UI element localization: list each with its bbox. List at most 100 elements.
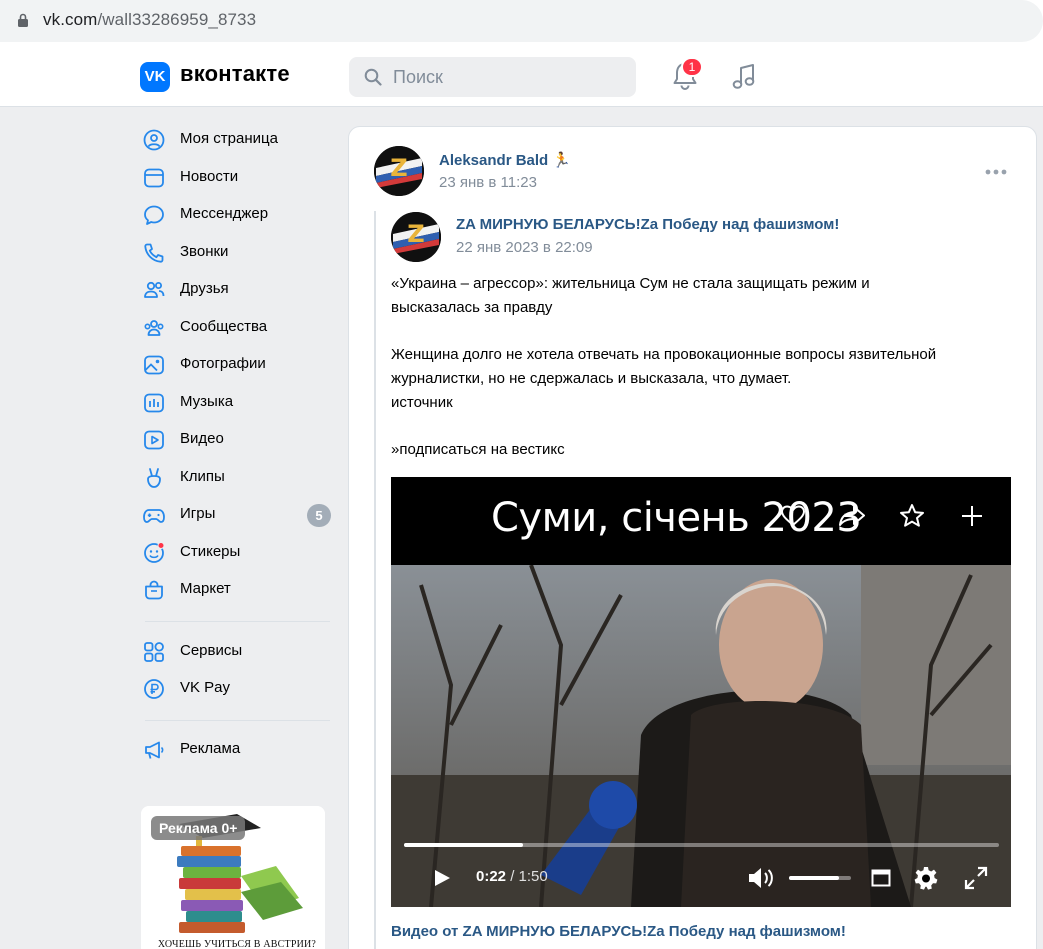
volume-slider[interactable] [789, 876, 851, 880]
more-options-icon[interactable] [985, 168, 1007, 176]
sidebar-item-label: Видео [180, 430, 224, 447]
sidebar-item-label: Стикеры [180, 543, 241, 560]
sidebar-item-label: Звонки [180, 243, 229, 260]
sidebar-divider [145, 720, 330, 721]
user-circle-icon [143, 129, 165, 151]
sidebar-item-label: Музыка [180, 393, 234, 410]
post-date[interactable]: 23 янв в 11:23 [439, 174, 537, 191]
sidebar-item-vkpay[interactable]: VK Pay [138, 670, 338, 707]
star-bookmark-icon[interactable] [899, 503, 925, 529]
sidebar-item-label: Моя страница [180, 130, 278, 147]
subscribe-link[interactable]: »подписаться на вестикс [391, 438, 565, 462]
music-icon[interactable] [730, 62, 758, 92]
search-icon [364, 68, 382, 86]
sidebar-item-games[interactable]: Игры 5 [138, 496, 338, 533]
sidebar-item-friends[interactable]: Друзья [138, 271, 338, 308]
communities-icon [144, 320, 164, 336]
vk-logo-icon[interactable]: VK [140, 62, 170, 92]
video-time: 0:22 / 1:50 [476, 868, 548, 885]
lock-icon [18, 13, 28, 27]
author-avatar[interactable]: Z [374, 146, 424, 196]
sidebar-item-label: Клипы [180, 468, 225, 485]
group-avatar[interactable]: Z [391, 212, 441, 262]
post-text-line: Женщина долго не хотела отвечать на пров… [391, 346, 937, 363]
browser-address-bar: vk.com/wall33286959_8733 [0, 0, 1043, 44]
services-icon [144, 642, 164, 662]
add-plus-icon[interactable] [960, 504, 984, 528]
sidebar-item-label: Друзья [180, 280, 229, 297]
search-box[interactable] [349, 57, 636, 97]
volume-icon[interactable] [746, 865, 776, 891]
play-icon[interactable] [432, 868, 452, 888]
runner-emoji-icon: 🏃 [552, 152, 572, 169]
sidebar-item-market[interactable]: Маркет [138, 571, 338, 608]
volume-level-fill [789, 876, 839, 880]
sidebar-item-label: Игры [180, 505, 216, 522]
ad-caption: ХОЧЕШЬ УЧИТЬСЯ В АВСТРИИ? [157, 939, 317, 949]
music-icon [144, 393, 164, 413]
photo-icon [144, 355, 164, 375]
post-text-line: «Украина – агрессор»: жительница Сум не … [391, 275, 870, 292]
z-avatar-image: Z [391, 212, 441, 262]
gamepad-icon [143, 509, 165, 523]
svg-text:Z: Z [407, 220, 424, 248]
vk-wordmark[interactable]: вконтакте [180, 61, 290, 87]
sidebar-item-label: Сообщества [180, 318, 268, 335]
vkpay-icon [144, 679, 164, 699]
sidebar-item-ads[interactable]: Реклама [138, 731, 338, 768]
sidebar-item-label: Новости [180, 168, 239, 185]
video-progress-bar[interactable] [404, 843, 999, 847]
video-player[interactable]: Суми, січень 2023 0:22 / 1:50 [391, 477, 1011, 907]
sidebar-item-label: Фотографии [180, 355, 266, 372]
sidebar-divider [145, 621, 330, 622]
ad-label-badge: Реклама 0+ [151, 816, 246, 840]
sidebar-item-label: VK Pay [180, 679, 231, 696]
sidebar-item-label: Маркет [180, 580, 231, 597]
sidebar-item-clips[interactable]: Клипы [138, 459, 338, 496]
megaphone-icon [145, 741, 164, 759]
clips-icon [147, 468, 161, 488]
phone-icon [144, 243, 164, 263]
sidebar-item-photos[interactable]: Фотографии [138, 346, 338, 383]
sidebar-item-label: Мессенджер [180, 205, 269, 222]
repost-date[interactable]: 22 янв 2023 в 22:09 [456, 239, 593, 256]
post-text-line: журналистки, но не сдержалась и высказал… [391, 370, 792, 387]
vk-top-header: VK вконтакте 1 [0, 44, 1043, 107]
svg-text:Z: Z [390, 154, 407, 182]
sidebar-item-video[interactable]: Видео [138, 421, 338, 458]
sidebar-item-stickers[interactable]: Стикеры [138, 534, 338, 571]
post-author-name[interactable]: Aleksandr Bald 🏃 [439, 151, 571, 169]
sidebar-item-services[interactable]: Сервисы [138, 633, 338, 670]
like-heart-icon[interactable] [780, 504, 806, 528]
newsfeed-icon [144, 168, 164, 188]
sticker-icon [144, 542, 165, 563]
mini-player-icon[interactable] [871, 868, 891, 888]
video-title-link[interactable]: Видео от ZA МИРНУЮ БЕЛАРУСЬ!Za Победу на… [391, 923, 846, 940]
video-progress-fill [404, 843, 523, 847]
message-icon [144, 205, 164, 225]
sidebar-item-communities[interactable]: Сообщества [138, 309, 338, 346]
sidebar-item-my-page[interactable]: Моя страница [138, 121, 338, 158]
sidebar-item-calls[interactable]: Звонки [138, 234, 338, 271]
post-text-line: высказалась за правду [391, 299, 553, 316]
games-count-badge: 5 [307, 504, 331, 527]
notification-badge: 1 [681, 57, 703, 77]
search-input[interactable] [393, 65, 623, 89]
share-icon[interactable] [838, 504, 866, 528]
sidebar-item-label: Сервисы [180, 642, 243, 659]
z-avatar-image: Z [374, 146, 424, 196]
sidebar-item-messenger[interactable]: Мессенджер [138, 196, 338, 233]
settings-gear-icon[interactable] [913, 865, 939, 891]
sidebar-item-news[interactable]: Новости [138, 159, 338, 196]
repost-indent-bar [374, 211, 376, 949]
source-link[interactable]: источник [391, 391, 453, 415]
market-bag-icon [145, 580, 163, 600]
url-text: vk.com/wall33286959_8733 [43, 10, 257, 29]
sidebar-item-music[interactable]: Музыка [138, 384, 338, 421]
fullscreen-icon[interactable] [964, 866, 988, 890]
repost-group-name[interactable]: ZA МИРНУЮ БЕЛАРУСЬ!Za Победу над фашизмо… [456, 216, 839, 233]
video-icon [144, 430, 164, 450]
url-field[interactable]: vk.com/wall33286959_8733 [0, 0, 1043, 42]
video-frame-image [391, 565, 1011, 907]
sidebar-item-label: Реклама [180, 740, 241, 757]
